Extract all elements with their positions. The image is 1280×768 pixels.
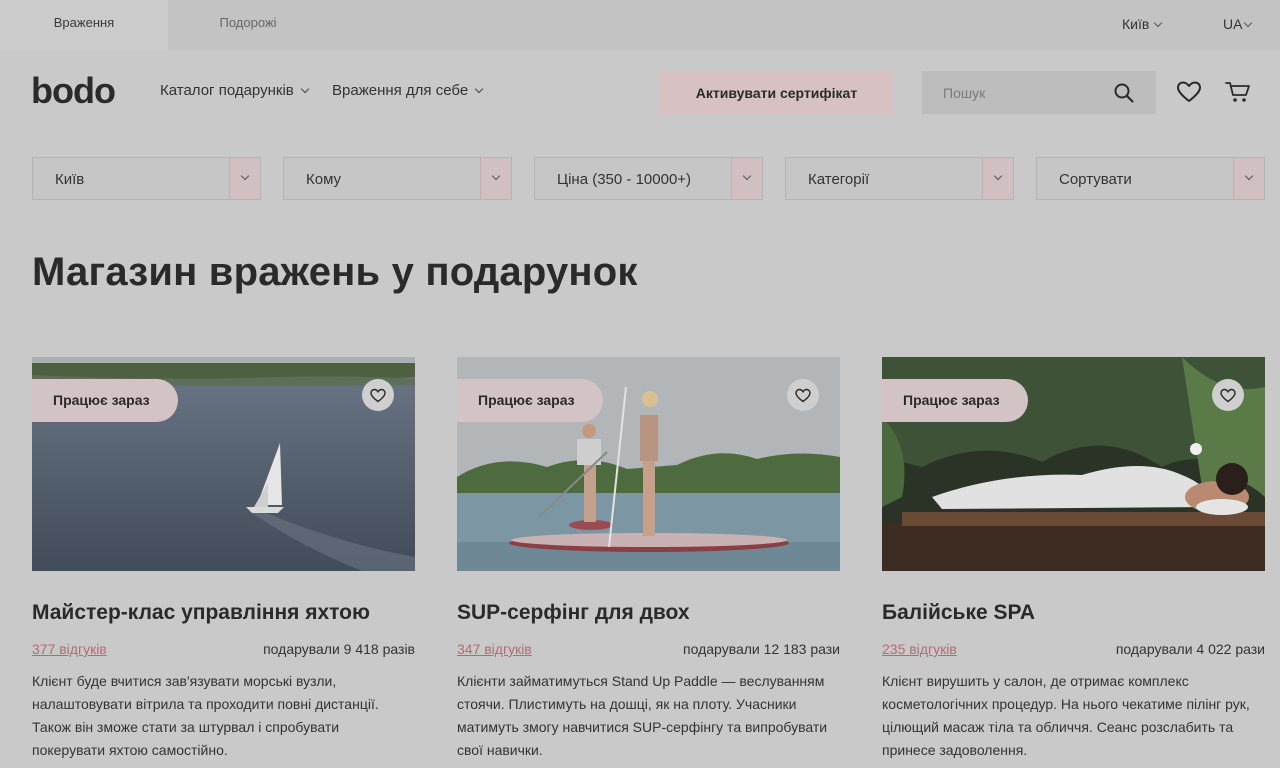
- language-selector-label: UA: [1223, 16, 1243, 32]
- filter-dropdown-button[interactable]: [1233, 158, 1264, 199]
- product-card[interactable]: Працює зараз Балійське SPA 235 відгуків …: [882, 357, 1265, 758]
- favorite-button[interactable]: [787, 379, 819, 411]
- heart-icon: [370, 388, 386, 403]
- search-icon[interactable]: [1112, 81, 1136, 105]
- reviews-link[interactable]: 235 відгуків: [882, 641, 957, 657]
- filter-sort-label: Сортувати: [1059, 171, 1132, 188]
- search-box: [922, 71, 1156, 114]
- city-selector[interactable]: Київ: [1122, 16, 1163, 32]
- filter-recipient-label: Кому: [306, 171, 342, 188]
- tab-travel[interactable]: Подорожі: [168, 0, 328, 50]
- filter-dropdown-button[interactable]: [480, 158, 511, 199]
- chevron-down-icon: [491, 171, 501, 181]
- product-card[interactable]: Працює зараз Майстер-клас управління яхт…: [32, 357, 415, 758]
- favorite-button[interactable]: [362, 379, 394, 411]
- gifted-count: подарували 9 418 разів: [263, 641, 415, 657]
- activate-certificate-button[interactable]: Активувати сертифікат: [659, 71, 894, 114]
- product-image-spa[interactable]: Працює зараз: [882, 357, 1265, 571]
- filter-categories-label: Категорії: [808, 171, 870, 188]
- filter-dropdown-button[interactable]: [982, 158, 1013, 199]
- filter-sort[interactable]: Сортувати: [1036, 157, 1265, 200]
- chevron-down-icon: [1154, 18, 1163, 28]
- product-card[interactable]: Працює зараз SUP-серфінг для двох 347 ві…: [457, 357, 840, 758]
- chevron-down-icon: [300, 84, 309, 94]
- tab-experiences[interactable]: Враження: [0, 0, 168, 50]
- city-selector-label: Київ: [1122, 16, 1150, 32]
- chevron-down-icon: [474, 84, 484, 94]
- filter-dropdown-button[interactable]: [229, 158, 260, 199]
- cart-icon[interactable]: [1224, 78, 1252, 106]
- gifted-count: подарували 4 022 рази: [1115, 641, 1265, 657]
- chevron-down-icon: [993, 171, 1003, 181]
- gifted-count: подарували 12 183 рази: [683, 641, 840, 657]
- favorite-button[interactable]: [1212, 379, 1244, 411]
- filter-price[interactable]: Ціна (350 - 10000+): [534, 157, 763, 200]
- search-input[interactable]: [922, 71, 1102, 114]
- reviews-link[interactable]: 347 відгуків: [457, 641, 532, 657]
- page-title: Магазин вражень у подарунок: [32, 250, 638, 294]
- top-bar: Враження Подорожі Київ UA: [0, 0, 1280, 50]
- heart-icon: [795, 388, 811, 403]
- chevron-down-icon: [1244, 18, 1253, 28]
- product-title[interactable]: Майстер-клас управління яхтою: [32, 601, 370, 625]
- product-description: Клієнт буде вчитися зав'язувати морські …: [32, 673, 379, 758]
- status-badge: Працює зараз: [882, 379, 1028, 422]
- nav-experiences-for-self[interactable]: Враження для себе: [332, 82, 484, 99]
- nav-gift-catalog[interactable]: Каталог подарунків: [160, 82, 309, 99]
- filter-recipient[interactable]: Кому: [283, 157, 512, 200]
- chevron-down-icon: [1244, 171, 1254, 181]
- filter-categories[interactable]: Категорії: [785, 157, 1014, 200]
- product-title[interactable]: SUP-серфінг для двох: [457, 601, 690, 625]
- language-selector[interactable]: UA: [1223, 16, 1253, 32]
- reviews-link[interactable]: 377 відгуків: [32, 641, 107, 657]
- product-description: Клієнт вирушить у салон, де отримає комп…: [882, 673, 1250, 758]
- filter-city-label: Київ: [55, 171, 85, 188]
- product-image-yacht[interactable]: Працює зараз: [32, 357, 415, 571]
- status-badge: Працює зараз: [457, 379, 603, 422]
- chevron-down-icon: [742, 171, 752, 181]
- product-description: Клієнти займатимуться Stand Up Paddle — …: [457, 673, 828, 758]
- product-title[interactable]: Балійське SPA: [882, 601, 1035, 625]
- product-image-sup[interactable]: Працює зараз: [457, 357, 840, 571]
- status-badge: Працює зараз: [32, 379, 178, 422]
- filter-price-label: Ціна (350 - 10000+): [557, 171, 692, 188]
- heart-icon: [1220, 388, 1236, 403]
- filter-city[interactable]: Київ: [32, 157, 261, 200]
- logo[interactable]: bodo: [31, 70, 116, 112]
- nav-experiences-for-self-label: Враження для себе: [332, 82, 469, 99]
- filter-dropdown-button[interactable]: [731, 158, 762, 199]
- nav-gift-catalog-label: Каталог подарунків: [160, 82, 294, 99]
- heart-icon[interactable]: [1175, 78, 1203, 106]
- chevron-down-icon: [240, 171, 250, 181]
